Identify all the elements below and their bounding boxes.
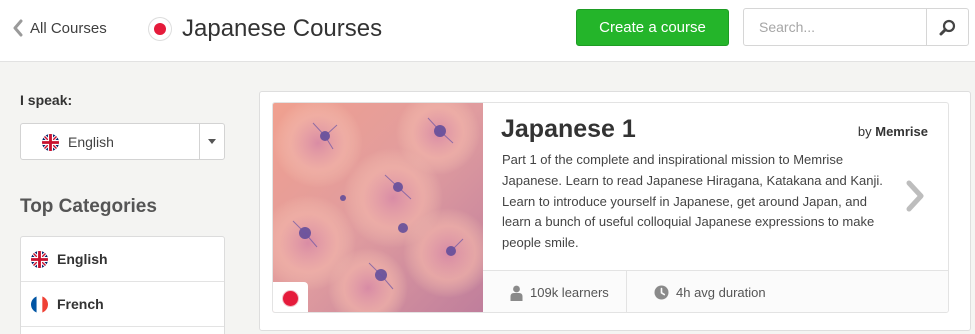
category-list: English French [20,236,225,334]
learners-count: 109k learners [530,285,609,300]
author-name[interactable]: Memrise [875,124,928,139]
search-box [743,8,969,46]
learners-stat: 109k learners [510,271,609,312]
page-title-text: Japanese Courses [182,15,383,42]
page-title: Japanese Courses [149,13,382,45]
category-item-english[interactable]: English [21,237,224,282]
create-course-button[interactable]: Create a course [576,9,729,46]
category-label: French [57,296,104,312]
person-icon [510,285,523,301]
course-author: by Memrise [858,124,928,139]
course-stats-bar: 109k learners 4h avg duration [483,270,948,312]
course-description: Part 1 of the complete and inspirational… [502,152,883,250]
duration-value: 4h avg duration [676,285,766,300]
duration-stat: 4h avg duration [654,271,766,312]
top-header: All Courses Japanese Courses Create a co… [0,0,975,62]
france-flag-icon [31,295,48,313]
course-title[interactable]: Japanese 1 [501,115,636,144]
course-card[interactable]: Japanese 1 by Memrise Part 1 of the comp… [272,102,949,313]
top-categories-heading: Top Categories [20,196,157,217]
japan-flag-badge [273,282,308,312]
category-item-french[interactable]: French [21,282,224,327]
author-prefix: by [857,124,872,139]
stats-divider [626,271,627,312]
caret-down-icon [208,139,216,144]
category-label: English [57,251,108,267]
language-select[interactable]: English [20,123,225,160]
uk-flag-icon [42,134,59,151]
i-speak-label: I speak: [20,92,73,108]
search-input[interactable] [744,9,927,45]
all-courses-label: All Courses [30,19,107,37]
uk-flag-icon [31,250,48,268]
clock-icon [654,285,669,300]
japan-flag-icon [149,18,171,40]
search-icon [939,19,956,35]
all-courses-link[interactable]: All Courses [12,17,107,39]
chevron-right-icon[interactable] [904,179,926,213]
search-button[interactable] [926,9,968,45]
dropdown-toggle[interactable] [199,124,224,159]
chevron-left-icon [13,19,23,37]
selected-language: English [68,134,114,150]
